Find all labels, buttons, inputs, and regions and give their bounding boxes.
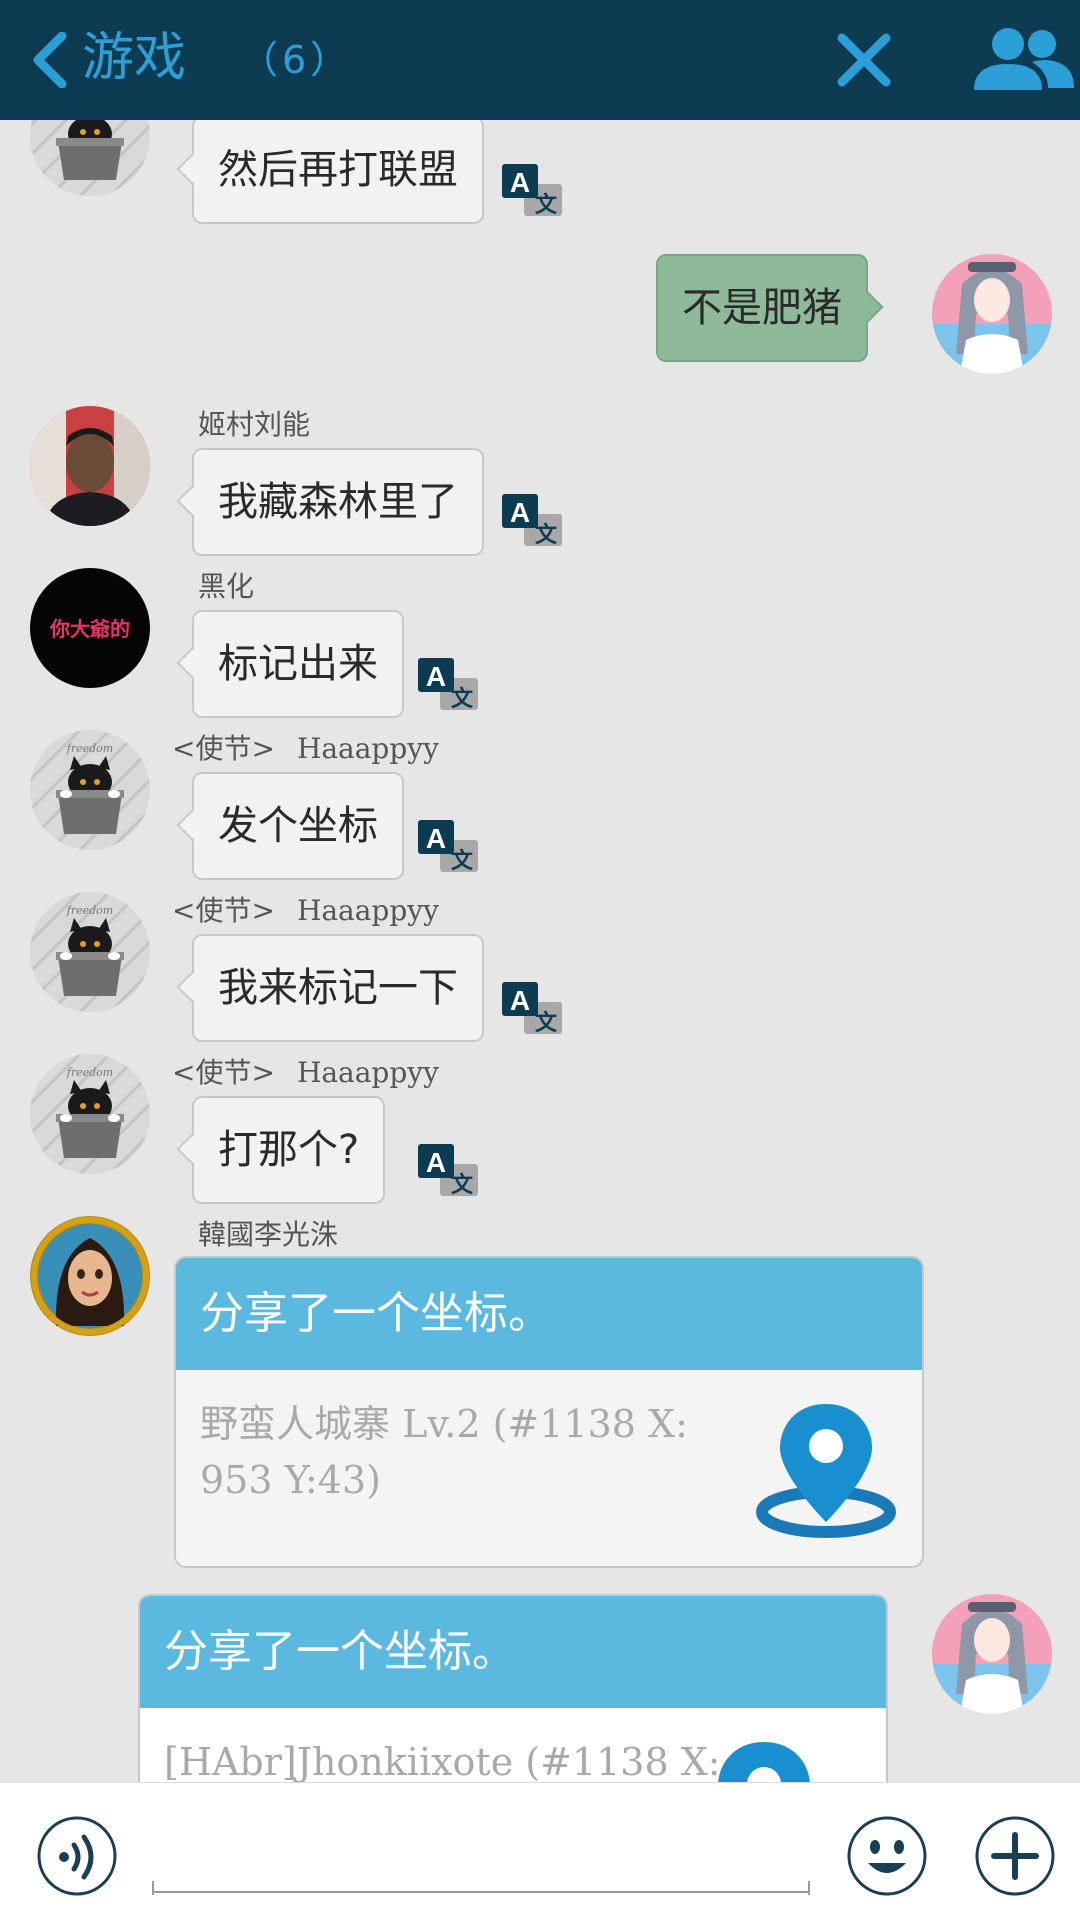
location-card-header: 分享了一个坐标。	[140, 1596, 886, 1708]
svg-text:文: 文	[451, 848, 474, 874]
sender-nickname: Haaappyy	[296, 732, 439, 765]
black-text-avatar: 你大爺的	[30, 568, 150, 688]
map-pin-icon	[756, 1404, 896, 1538]
cat-in-basket-avatar: freedom	[30, 1054, 150, 1174]
sender-name: 韓國李光洙	[198, 1218, 339, 1251]
cat-in-basket-avatar	[30, 120, 150, 196]
chevron-left-icon[interactable]	[30, 32, 70, 88]
svg-text:A: A	[510, 985, 530, 1016]
svg-text:A: A	[510, 167, 530, 198]
svg-text:A: A	[426, 661, 446, 692]
svg-text:A: A	[426, 1147, 446, 1178]
cat-in-basket-avatar: freedom	[30, 730, 150, 850]
svg-text:文: 文	[451, 686, 474, 712]
translate-icon[interactable]: A 文	[418, 820, 480, 874]
my-message-bubble[interactable]: 不是肥猪	[656, 254, 868, 362]
message-text: 我来标记一下	[218, 965, 458, 1011]
emoji-icon[interactable]	[846, 1815, 928, 1897]
translate-icon[interactable]: A 文	[502, 982, 564, 1036]
sender-nickname: Haaappyy	[296, 1056, 439, 1089]
my-shared-location-card[interactable]: 分享了一个坐标。 [HAbr]Jhonkiixote (#1138 X:	[138, 1594, 888, 1782]
anime-girl-avatar	[932, 254, 1052, 374]
group-members-icon[interactable]	[968, 26, 1078, 92]
sender-tag: <使节>	[172, 1056, 275, 1089]
sender-name: 姬村刘能	[198, 408, 311, 441]
avatar[interactable]: 你大爺的	[30, 568, 150, 688]
svg-text:文: 文	[535, 192, 558, 218]
avatar[interactable]: freedom	[30, 892, 150, 1012]
message-input[interactable]	[152, 1823, 810, 1893]
plus-icon[interactable]	[974, 1815, 1056, 1897]
message-bubble[interactable]: 我藏森林里了	[192, 448, 484, 556]
my-avatar[interactable]	[932, 254, 1052, 374]
svg-text:文: 文	[535, 522, 558, 548]
avatar[interactable]: freedom	[30, 1054, 150, 1174]
svg-text:你大爺的: 你大爺的	[49, 617, 130, 641]
chat-header: 游戏 （6）	[0, 0, 1080, 120]
message-text: 打那个?	[218, 1127, 360, 1173]
input-underline-edge	[808, 1881, 810, 1895]
svg-text:A: A	[426, 823, 446, 854]
translate-icon[interactable]: A 文	[502, 164, 564, 218]
message-text: 标记出来	[218, 641, 378, 687]
message-text: 我藏森林里了	[218, 479, 458, 525]
message-text: 不是肥猪	[682, 285, 842, 331]
location-card-body: [HAbr]Jhonkiixote (#1138 X:	[140, 1708, 886, 1782]
cat-in-basket-avatar: freedom	[30, 892, 150, 1012]
translate-icon[interactable]: A 文	[418, 1144, 480, 1198]
message-bubble[interactable]: 标记出来	[192, 610, 404, 718]
translate-icon[interactable]: A 文	[418, 658, 480, 712]
cartoon-woman-avatar	[30, 1216, 150, 1336]
location-description: 野蛮人城寨 Lv.2 (#1138 X: 953 Y:43)	[200, 1402, 688, 1502]
avatar[interactable]	[30, 406, 150, 526]
sender-tag: <使节>	[172, 732, 275, 765]
member-count: （6）	[240, 38, 353, 82]
sender-name: <使节> Haaappyy	[172, 732, 439, 766]
translate-icon[interactable]: A 文	[502, 494, 564, 548]
message-bubble[interactable]: 打那个?	[192, 1096, 386, 1204]
sender-nickname: Haaappyy	[296, 894, 439, 927]
svg-text:freedom: freedom	[66, 904, 113, 917]
sender-name: <使节> Haaappyy	[172, 1056, 439, 1090]
message-list[interactable]: 然后再打联盟 A 文 不是肥猪 姬村刘能 我藏森林里了 A 文 你大爺的 黑化 …	[0, 120, 1080, 1782]
avatar[interactable]	[30, 1216, 150, 1336]
svg-text:文: 文	[535, 1010, 558, 1036]
message-text: 然后再打联盟	[218, 147, 458, 193]
message-bubble[interactable]: 发个坐标	[192, 772, 404, 880]
boy-photo-avatar	[30, 406, 150, 526]
location-card-header: 分享了一个坐标。	[176, 1258, 922, 1370]
avatar[interactable]	[30, 120, 150, 196]
location-card-body: 野蛮人城寨 Lv.2 (#1138 X: 953 Y:43)	[176, 1370, 922, 1566]
svg-text:freedom: freedom	[66, 742, 113, 755]
avatar[interactable]: freedom	[30, 730, 150, 850]
message-bubble[interactable]: 然后再打联盟	[192, 120, 484, 224]
voice-icon[interactable]	[36, 1815, 118, 1897]
message-bubble[interactable]: 我来标记一下	[192, 934, 484, 1042]
sender-name: <使节> Haaappyy	[172, 894, 439, 928]
svg-text:文: 文	[451, 1172, 474, 1198]
my-avatar[interactable]	[932, 1594, 1052, 1714]
close-icon[interactable]	[834, 30, 894, 90]
svg-text:freedom: freedom	[66, 1066, 113, 1079]
shared-location-card[interactable]: 分享了一个坐标。 野蛮人城寨 Lv.2 (#1138 X: 953 Y:43)	[174, 1256, 924, 1568]
svg-text:A: A	[510, 497, 530, 528]
location-description: [HAbr]Jhonkiixote (#1138 X:	[164, 1740, 721, 1782]
sender-tag: <使节>	[172, 894, 275, 927]
input-underline-edge	[152, 1881, 154, 1895]
chat-title: 游戏	[82, 28, 187, 88]
anime-girl-avatar	[932, 1594, 1052, 1714]
map-pin-icon	[718, 1742, 810, 1782]
message-text: 发个坐标	[218, 803, 378, 849]
message-input-bar	[0, 1782, 1080, 1920]
sender-name: 黑化	[198, 570, 255, 603]
